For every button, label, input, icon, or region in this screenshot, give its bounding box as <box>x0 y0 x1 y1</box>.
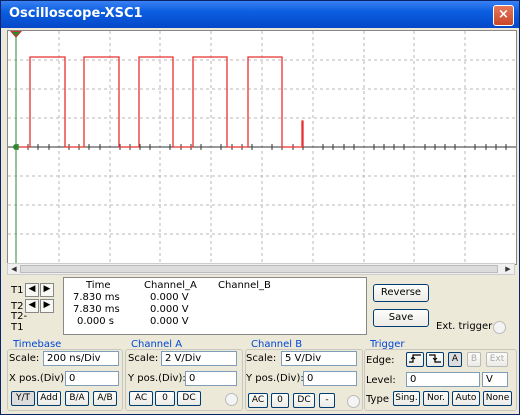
channel-b-ypos-field[interactable]: 0 <box>303 371 357 386</box>
type-single-button[interactable]: Sing. <box>393 391 420 406</box>
t1-left-arrow-icon[interactable]: ◀ <box>25 283 39 297</box>
channel-a-scale-field[interactable]: 2 V/Div <box>161 351 237 366</box>
channel-b-group: Channel B Scale: 5 V/Div Y pos.(Div): 0 … <box>245 339 363 411</box>
channel-a-scale-label: Scale: <box>128 353 159 364</box>
t2-left-arrow-icon[interactable]: ◀ <box>25 299 39 313</box>
title-bar[interactable]: Oscilloscope-XSC1 × <box>1 1 519 28</box>
delta-channel-a: 0.000 V <box>150 316 189 327</box>
delta-time: 0.000 s <box>77 316 115 327</box>
channel-a-dc-button[interactable]: DC <box>177 391 201 406</box>
t1-right-arrow-icon[interactable]: ▶ <box>40 283 54 297</box>
oscilloscope-window: Oscilloscope-XSC1 × ◀ ▶ T1 ◀ ▶ T2 ◀ ▶ T2… <box>0 0 520 415</box>
channel-b-minus-button[interactable]: - <box>319 393 335 408</box>
reverse-button[interactable]: Reverse <box>373 284 429 302</box>
channel-b-scale-field[interactable]: 5 V/Div <box>281 351 357 366</box>
ext-trigger-label: Ext. trigger <box>436 321 493 332</box>
mode-ba-button[interactable]: B/A <box>65 391 89 406</box>
falling-edge-icon <box>429 354 441 363</box>
header-channel-b: Channel_B <box>218 280 271 291</box>
falling-edge-button[interactable] <box>426 352 444 367</box>
channel-a-terminal[interactable] <box>225 393 238 406</box>
timebase-scale-field[interactable]: 200 ns/Div <box>43 351 119 366</box>
channel-a-ypos-field[interactable]: 0 <box>185 371 237 386</box>
type-normal-button[interactable]: Nor. <box>423 391 449 406</box>
level-field[interactable]: 0 <box>406 372 480 387</box>
horizontal-scrollbar[interactable]: ◀ ▶ <box>7 263 515 275</box>
type-none-button[interactable]: None <box>483 391 512 406</box>
channel-b-zero-button[interactable]: 0 <box>271 393 289 408</box>
mode-ab-button[interactable]: A/B <box>93 391 117 406</box>
channel-a-zero-button[interactable]: 0 <box>155 391 175 406</box>
channel-a-group: Channel A Scale: 2 V/Div Y pos.(Div): 0 … <box>125 339 243 411</box>
level-label: Level: <box>366 375 396 386</box>
save-button[interactable]: Save <box>373 309 429 327</box>
t2-channel-a: 0.000 V <box>150 304 189 315</box>
mode-add-button[interactable]: Add <box>37 391 61 406</box>
trigger-group: Trigger Edge: A B Ext Level: 0 V Type Si… <box>364 339 517 411</box>
measurement-readout: Time Channel_A Channel_B 7.830 ms 0.000 … <box>63 277 367 335</box>
level-unit-field[interactable]: V <box>482 372 508 387</box>
channel-b-ypos-label: Y pos.(Div): <box>246 373 304 384</box>
channel-b-ac-button[interactable]: AC <box>248 393 268 408</box>
window-title: Oscilloscope-XSC1 <box>9 6 143 21</box>
scroll-right-icon[interactable]: ▶ <box>503 265 513 273</box>
edge-label: Edge: <box>366 355 395 366</box>
timebase-scale-label: Scale: <box>9 353 40 364</box>
header-channel-a: Channel_A <box>144 280 197 291</box>
t1-row: T1 ◀ ▶ <box>11 283 55 297</box>
rising-edge-icon <box>409 354 421 363</box>
t2-time: 7.830 ms <box>73 304 120 315</box>
t2-t1-row: T2-T1 <box>11 311 27 333</box>
channel-b-terminal[interactable] <box>347 395 360 408</box>
type-label: Type <box>366 394 389 405</box>
timebase-group: Timebase Scale: 200 ns/Div X pos.(Div): … <box>7 339 123 411</box>
cursor-controls: T1 ◀ ▶ T2 ◀ ▶ T2-T1 <box>7 277 61 333</box>
scrollbar-thumb[interactable] <box>20 265 498 273</box>
t1-channel-a: 0.000 V <box>150 292 189 303</box>
channel-b-scale-label: Scale: <box>246 353 277 364</box>
x-pos-label: X pos.(Div): <box>9 373 68 384</box>
trigger-source-b-button[interactable]: B <box>467 352 481 367</box>
header-time: Time <box>86 280 111 291</box>
channel-a-ypos-label: Y pos.(Div): <box>128 373 186 384</box>
scroll-left-icon[interactable]: ◀ <box>9 265 19 273</box>
t2-label: T2 <box>11 300 24 312</box>
t1-label: T1 <box>11 284 24 296</box>
mode-yt-button[interactable]: Y/T <box>11 391 35 406</box>
trigger-source-a-button[interactable]: A <box>448 352 462 367</box>
channel-b-dc-button[interactable]: DC <box>293 393 315 408</box>
t1-time: 7.830 ms <box>73 292 120 303</box>
trigger-source-ext-button[interactable]: Ext <box>486 352 508 367</box>
ext-trigger-terminal[interactable] <box>493 321 506 334</box>
x-pos-field[interactable]: 0 <box>65 371 119 386</box>
close-button[interactable]: × <box>493 5 514 26</box>
t2-right-arrow-icon[interactable]: ▶ <box>40 299 54 313</box>
type-auto-button[interactable]: Auto <box>452 391 480 406</box>
rising-edge-button[interactable] <box>406 352 424 367</box>
t2-t1-label: T2-T1 <box>11 311 28 333</box>
channel-a-ac-button[interactable]: AC <box>129 391 153 406</box>
oscilloscope-screen <box>7 30 517 265</box>
